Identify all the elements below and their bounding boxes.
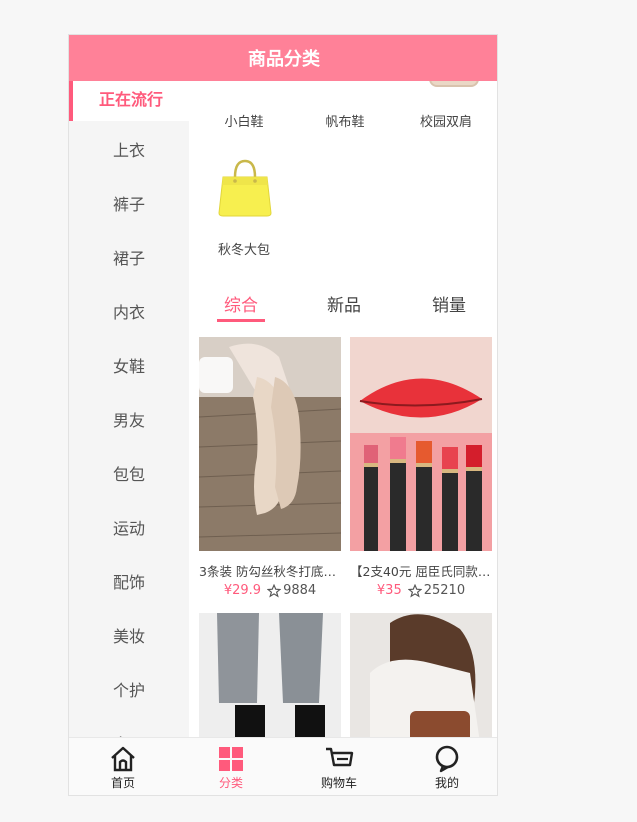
star-icon xyxy=(407,583,422,598)
product-image[interactable] xyxy=(199,613,341,737)
page-title: 商品分类 xyxy=(248,49,320,70)
sidebar-item-tops[interactable]: 上衣 xyxy=(69,129,189,169)
sidebar-item-label: 裙子 xyxy=(112,249,145,268)
product-meta: ¥29.9 9884 xyxy=(199,583,341,598)
favorite-count: 25210 xyxy=(407,583,466,598)
nav-bar: 商品分类 xyxy=(69,35,497,81)
tab-comprehensive[interactable]: 综合 xyxy=(201,291,281,316)
subcategory-image[interactable] xyxy=(429,81,479,87)
sidebar-item-bags[interactable]: 包包 xyxy=(69,453,189,493)
sidebar-item-womens-shoes[interactable]: 女鞋 xyxy=(69,345,189,385)
sidebar-item-label: 美妆 xyxy=(112,627,145,646)
sidebar-item-label: 配饰 xyxy=(112,573,145,592)
product-image[interactable] xyxy=(350,613,492,737)
favorite-count-value: 25210 xyxy=(423,583,466,598)
tab-label: 综合 xyxy=(224,296,258,316)
subcategory-label[interactable]: 帆布鞋 xyxy=(300,111,390,130)
tabbar-label: 我的 xyxy=(434,776,459,790)
tab-label: 销量 xyxy=(432,296,466,316)
cart-icon xyxy=(326,747,354,767)
category-content: 小白鞋 帆布鞋 校园双肩 秋冬大包 综合 新品 销量 3条装 防勾丝秋冬打底裤袜… xyxy=(189,81,497,737)
product-title[interactable]: 【2支40元 屈臣氏同款】口红 xyxy=(350,561,492,580)
tab-sales[interactable]: 销量 xyxy=(409,291,489,316)
sidebar-item-sports[interactable]: 运动 xyxy=(69,507,189,547)
product-price: ¥35 xyxy=(376,583,402,598)
sidebar-item-label: 个护 xyxy=(112,681,145,700)
home-icon xyxy=(111,746,135,772)
phone-frame: 商品分类 正在流行 上衣 裤子 裙子 内衣 女鞋 男友 包包 运动 配饰 美妆 … xyxy=(68,34,498,796)
product-meta: ¥35 25210 xyxy=(350,583,492,598)
sidebar-item-underwear[interactable]: 内衣 xyxy=(69,291,189,331)
product-card[interactable] xyxy=(199,613,341,737)
sidebar-item-pants[interactable]: 裤子 xyxy=(69,183,189,223)
tabbar-label: 首页 xyxy=(110,776,135,790)
active-tab-indicator xyxy=(217,319,265,322)
sidebar-item-skirts[interactable]: 裙子 xyxy=(69,237,189,277)
tabbar-label: 分类 xyxy=(218,776,243,790)
tabbar-profile[interactable]: 我的 xyxy=(393,744,497,791)
sidebar-item-label: 运动 xyxy=(112,519,145,538)
category-sidebar[interactable]: 正在流行 上衣 裤子 裙子 内衣 女鞋 男友 包包 运动 配饰 美妆 个护 家居 xyxy=(69,81,189,737)
product-image[interactable] xyxy=(350,337,492,551)
sidebar-item-home[interactable]: 家居 xyxy=(69,723,189,737)
sidebar-item-label: 女鞋 xyxy=(112,357,145,376)
handbag-image[interactable] xyxy=(217,155,273,217)
sidebar-item-label: 男友 xyxy=(112,411,145,430)
category-icon xyxy=(219,747,243,771)
product-title[interactable]: 3条装 防勾丝秋冬打底裤袜 xyxy=(199,561,341,580)
sidebar-item-label: 裤子 xyxy=(112,195,145,214)
product-card[interactable] xyxy=(350,613,492,737)
tabbar-category[interactable]: 分类 xyxy=(177,744,285,791)
sort-tabs: 综合 新品 销量 xyxy=(189,291,497,331)
sidebar-item-boyfriend[interactable]: 男友 xyxy=(69,399,189,439)
product-card[interactable]: 3条装 防勾丝秋冬打底裤袜 ¥29.9 9884 xyxy=(199,337,341,598)
subcategory-label[interactable]: 小白鞋 xyxy=(199,111,289,130)
product-price: ¥29.9 xyxy=(223,583,262,598)
favorite-count: 9884 xyxy=(267,583,316,598)
tabbar-cart[interactable]: 购物车 xyxy=(285,744,393,791)
product-image[interactable] xyxy=(199,337,341,551)
profile-icon xyxy=(435,745,459,773)
sidebar-item-label: 包包 xyxy=(112,465,145,484)
tab-new[interactable]: 新品 xyxy=(304,291,384,316)
bottom-tab-bar: 首页 分类 购物车 我的 xyxy=(69,737,497,795)
subcategory-label[interactable]: 秋冬大包 xyxy=(199,239,289,258)
product-card[interactable]: 【2支40元 屈臣氏同款】口红 ¥35 25210 xyxy=(350,337,492,598)
tab-label: 新品 xyxy=(327,296,361,316)
tabbar-home[interactable]: 首页 xyxy=(69,744,177,791)
sidebar-item-label: 内衣 xyxy=(112,303,145,322)
sidebar-item-label: 正在流行 xyxy=(98,90,163,109)
subcategory-label[interactable]: 校园双肩 xyxy=(401,111,491,130)
favorite-count-value: 9884 xyxy=(283,583,317,598)
sidebar-item-accessories[interactable]: 配饰 xyxy=(69,561,189,601)
sidebar-item-personal-care[interactable]: 个护 xyxy=(69,669,189,709)
tabbar-label: 购物车 xyxy=(320,776,357,790)
star-icon xyxy=(267,583,282,598)
sidebar-item-trending[interactable]: 正在流行 xyxy=(69,81,189,121)
sidebar-item-beauty[interactable]: 美妆 xyxy=(69,615,189,655)
sidebar-item-label: 上衣 xyxy=(112,141,145,160)
